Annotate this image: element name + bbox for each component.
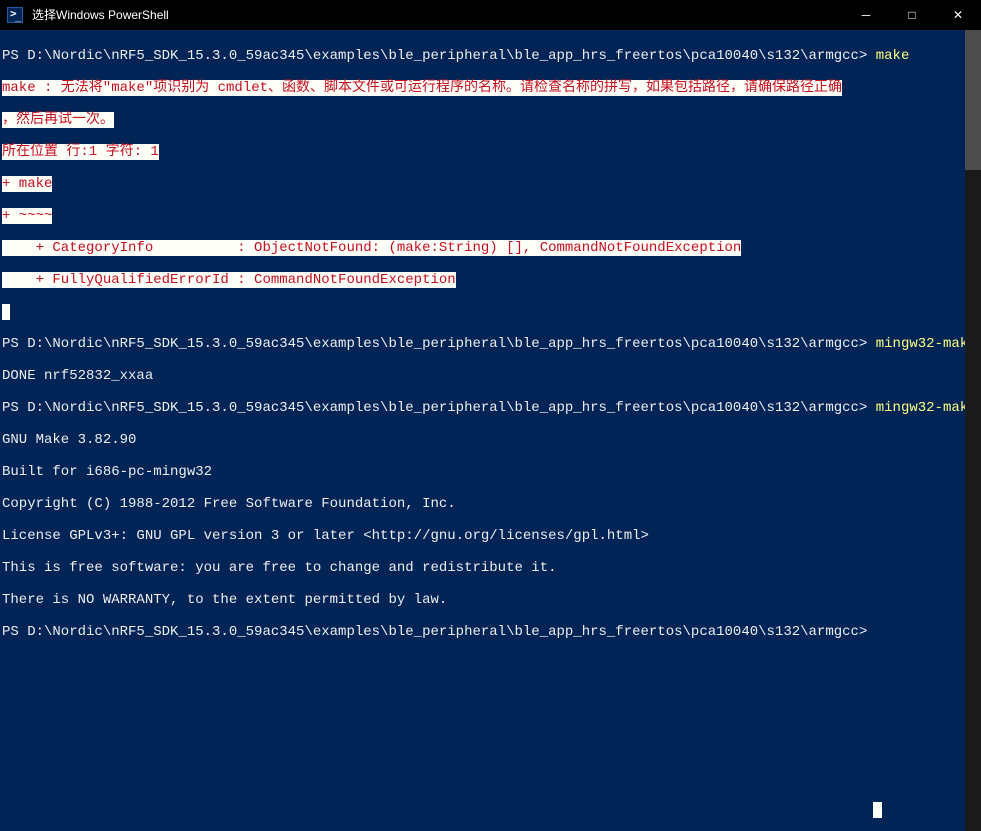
app-icon-wrap bbox=[0, 7, 30, 23]
powershell-icon bbox=[7, 7, 23, 23]
error-text-selected: ，然后再试一次。 bbox=[2, 112, 114, 128]
prompt: PS D:\Nordic\nRF5_SDK_15.3.0_59ac345\exa… bbox=[2, 624, 867, 640]
error-text-selected bbox=[2, 304, 10, 320]
titlebar[interactable]: 选择Windows PowerShell ─ □ ✕ bbox=[0, 0, 981, 30]
terminal-body[interactable]: PS D:\Nordic\nRF5_SDK_15.3.0_59ac345\exa… bbox=[0, 30, 981, 831]
command-input: mingw32-make bbox=[876, 400, 977, 416]
output-text: GNU Make 3.82.90 bbox=[2, 432, 136, 448]
error-text-selected: + make bbox=[2, 176, 52, 192]
error-text-selected: make : 无法将"make"项识别为 cmdlet、函数、脚本文件或可运行程… bbox=[2, 80, 842, 96]
command-input: mingw32-make bbox=[876, 336, 977, 352]
output-text: Copyright (C) 1988-2012 Free Software Fo… bbox=[2, 496, 456, 512]
command-input: make bbox=[876, 48, 910, 64]
output-text: There is NO WARRANTY, to the extent perm… bbox=[2, 592, 447, 608]
output-text: DONE nrf52832_xxaa bbox=[2, 368, 153, 384]
error-text-selected: + FullyQualifiedErrorId : CommandNotFoun… bbox=[2, 272, 456, 288]
minimize-button[interactable]: ─ bbox=[843, 0, 889, 30]
output-text: License GPLv3+: GNU GPL version 3 or lat… bbox=[2, 528, 649, 544]
maximize-button[interactable]: □ bbox=[889, 0, 935, 30]
close-button[interactable]: ✕ bbox=[935, 0, 981, 30]
window-title: 选择Windows PowerShell bbox=[30, 6, 843, 23]
powershell-window: 选择Windows PowerShell ─ □ ✕ PS D:\Nordic\… bbox=[0, 0, 981, 831]
window-controls: ─ □ ✕ bbox=[843, 0, 981, 30]
error-text-selected: + CategoryInfo : ObjectNotFound: (make:S… bbox=[2, 240, 741, 256]
prompt: PS D:\Nordic\nRF5_SDK_15.3.0_59ac345\exa… bbox=[2, 400, 867, 416]
prompt: PS D:\Nordic\nRF5_SDK_15.3.0_59ac345\exa… bbox=[2, 336, 867, 352]
error-text-selected: 所在位置 行:1 字符: 1 bbox=[2, 144, 159, 160]
output-text: This is free software: you are free to c… bbox=[2, 560, 557, 576]
scrollbar-track[interactable] bbox=[965, 30, 981, 831]
prompt: PS D:\Nordic\nRF5_SDK_15.3.0_59ac345\exa… bbox=[2, 48, 867, 64]
error-text-selected: + ~~~~ bbox=[2, 208, 52, 224]
scrollbar-thumb[interactable] bbox=[965, 30, 981, 170]
output-text: Built for i686-pc-mingw32 bbox=[2, 464, 212, 480]
terminal-cursor bbox=[873, 802, 882, 818]
